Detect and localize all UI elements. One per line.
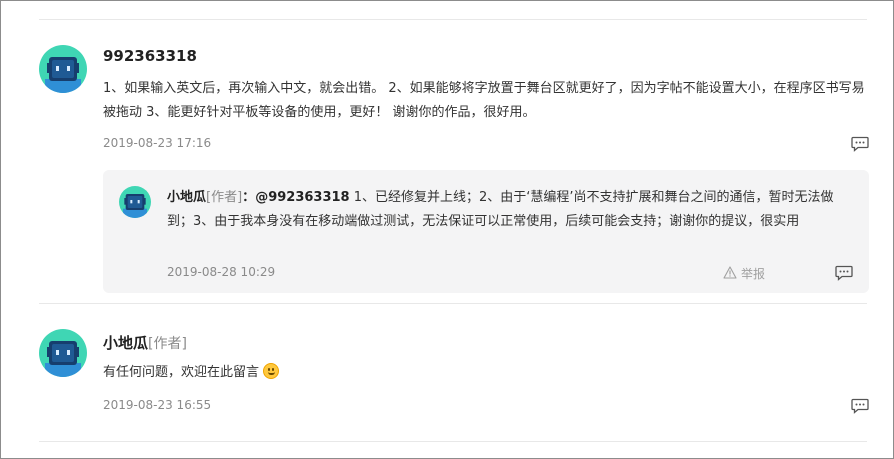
avatar[interactable] xyxy=(119,186,151,218)
avatar[interactable] xyxy=(39,329,87,377)
smile-emoji xyxy=(263,363,280,379)
author-tag: [作者] xyxy=(206,190,243,205)
comment-content: 1、如果输入英文后，再次输入中文，就会出错。 2、如果能够将字放置于舞台区就更好… xyxy=(103,81,865,120)
comment-section: 992363318 1、如果输入英文后，再次输入中文，就会出错。 2、如果能够将… xyxy=(0,0,894,459)
reply-content-block: 小地瓜[作者]：@992363318 1、已经修复并上线；2、由于‘慧编程’尚不… xyxy=(167,186,855,234)
comment-icon[interactable] xyxy=(851,398,869,414)
reply-separator: ： xyxy=(242,190,256,205)
author-tag: [作者] xyxy=(148,336,187,352)
comment-content: 有任何问题，欢迎在此留言 xyxy=(103,361,869,385)
report-button[interactable]: 举报 xyxy=(723,265,765,282)
comment-username-text[interactable]: 小地瓜 xyxy=(103,334,148,352)
comment-time: 2019-08-23 17:16 xyxy=(103,136,212,150)
comment-icon[interactable] xyxy=(851,136,869,152)
comment-username[interactable]: 992363318 xyxy=(103,47,197,65)
comment-content-text: 有任何问题，欢迎在此留言 xyxy=(103,365,260,380)
report-label: 举报 xyxy=(741,267,766,281)
comment-username[interactable]: 小地瓜[作者] xyxy=(103,332,187,353)
comment-icon[interactable] xyxy=(835,265,853,281)
reply-time: 2019-08-28 10:29 xyxy=(167,265,276,279)
divider xyxy=(39,441,867,442)
divider xyxy=(39,303,867,304)
reply-box: 小地瓜[作者]：@992363318 1、已经修复并上线；2、由于‘慧编程’尚不… xyxy=(103,170,869,293)
comment-time: 2019-08-23 16:55 xyxy=(103,398,212,412)
warning-icon xyxy=(723,265,737,282)
divider xyxy=(39,19,867,20)
reply-username[interactable]: 小地瓜 xyxy=(167,190,206,205)
reply-mention[interactable]: @992363318 xyxy=(255,190,349,205)
avatar[interactable] xyxy=(39,45,87,93)
